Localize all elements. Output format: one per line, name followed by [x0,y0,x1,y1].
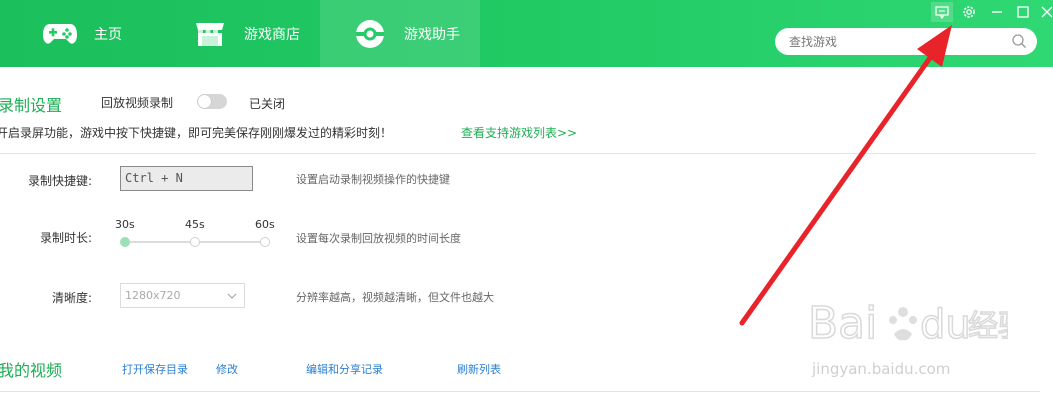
tab-store[interactable]: 游戏商店 [190,0,320,67]
duration-hint: 设置每次录制回放视频的时间长度 [296,232,461,245]
settings-icon [963,6,975,18]
supported-games-link[interactable]: 查看支持游戏列表>> [461,124,577,141]
svg-text:Bai: Bai [808,298,877,349]
watermark-url: jingyan.baidu.com [812,360,951,378]
replay-record-label: 回放视频录制 [101,96,174,110]
baidu-jingyan-watermark: Bai du 经验 [807,290,1029,359]
minimize-button[interactable] [986,2,1008,22]
feedback-button[interactable] [931,2,953,22]
duration-tick-60s: 60s [255,218,275,231]
quality-hint: 分辨率越高，视频越清晰，但文件也越大 [296,291,494,304]
duration-stop-45s[interactable] [190,237,200,247]
toggle-knob [198,95,211,108]
disc-icon [350,14,390,54]
maximize-icon [1017,6,1029,18]
quality-value: 1280x720 [125,289,181,302]
replay-record-toggle[interactable] [197,94,227,109]
divider-top [0,153,1036,154]
tab-assistant[interactable]: 游戏助手 [320,0,480,67]
hotkey-input[interactable]: Ctrl + N [120,166,253,191]
open-save-folder-link[interactable]: 打开保存目录 [122,361,188,377]
tab-home[interactable]: 主页 [40,0,190,67]
svg-text:经验: 经验 [968,309,1008,344]
quality-label: 清晰度: [51,291,92,305]
edit-share-history-link[interactable]: 编辑和分享记录 [306,361,383,377]
tab-store-label: 游戏商店 [244,26,300,43]
svg-text:du: du [920,302,971,348]
duration-stop-30s[interactable] [120,237,130,247]
duration-stop-60s[interactable] [260,237,270,247]
record-settings-title: 录制设置 [0,96,63,115]
search-icon[interactable] [1011,33,1027,53]
duration-slider[interactable] [120,237,270,247]
settings-button[interactable] [958,2,980,22]
duration-tick-45s: 45s [185,218,205,231]
quality-select[interactable]: 1280x720 [120,283,245,308]
my-videos-title: 我的视频 [0,361,63,380]
feedback-icon [935,5,949,19]
hotkey-label: 录制快捷键: [27,174,92,188]
tab-home-label: 主页 [94,26,122,43]
divider-bottom [0,391,1040,392]
store-icon [190,14,230,54]
chevron-down-icon [226,287,238,310]
record-description: 开启录屏功能，游戏中按下快捷键，即可完美保存刚刚爆发过的精彩时刻！ [0,126,393,140]
hotkey-hint: 设置启动录制视频操作的快捷键 [296,173,450,186]
duration-tick-30s: 30s [115,218,135,231]
search-box[interactable] [775,28,1037,55]
close-button[interactable] [1036,2,1053,22]
duration-label: 录制时长: [39,231,92,245]
tab-assistant-label: 游戏助手 [404,26,460,43]
modify-link[interactable]: 修改 [216,361,238,377]
top-bar: 主页 游戏商店 游戏助手 [0,0,1053,67]
maximize-button[interactable] [1012,2,1034,22]
minimize-icon [992,11,1002,13]
search-input[interactable] [789,34,999,49]
toggle-state-label: 已关闭 [249,97,286,111]
gamepad-icon [40,14,80,54]
refresh-list-link[interactable]: 刷新列表 [457,361,501,377]
close-icon [1041,6,1053,18]
